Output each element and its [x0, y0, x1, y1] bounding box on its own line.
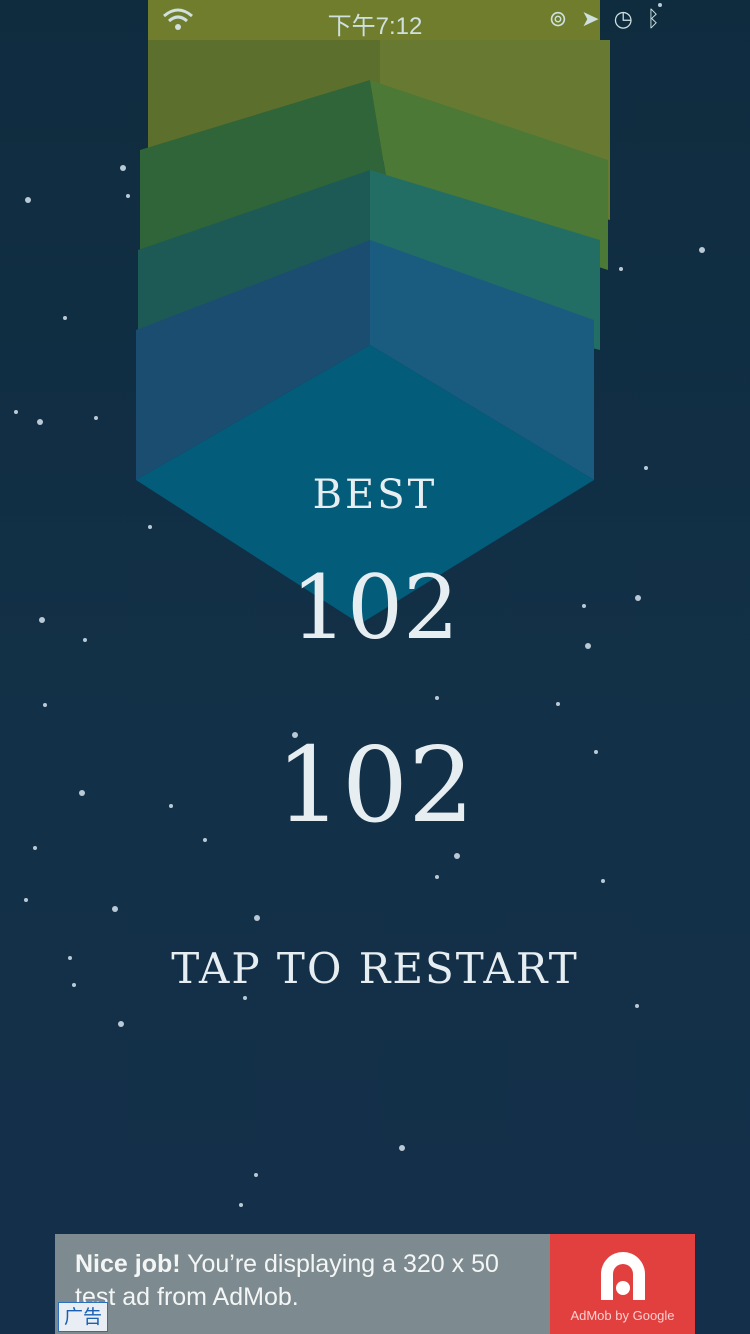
star — [24, 898, 28, 902]
star — [254, 1173, 258, 1177]
star — [120, 165, 126, 171]
star — [126, 194, 130, 198]
star — [556, 702, 560, 706]
orientation-lock-icon: ⊚ — [548, 6, 568, 31]
star — [148, 525, 152, 529]
ad-text: Nice job! You’re displaying a 320 x 50 t… — [75, 1248, 545, 1314]
star — [94, 416, 98, 420]
best-label: BEST — [312, 472, 438, 518]
star — [239, 1203, 243, 1207]
status-bar: 下午7:12 ⊚ ➤ ◷ ᛒ — [0, 0, 750, 40]
star — [699, 247, 705, 253]
star — [33, 846, 37, 850]
star — [399, 1145, 405, 1151]
star — [43, 703, 47, 707]
admob-icon — [601, 1252, 645, 1300]
bluetooth-icon: ᛒ — [646, 6, 660, 31]
star — [619, 267, 623, 271]
block-stack — [136, 0, 610, 624]
star — [435, 875, 439, 879]
star — [63, 316, 67, 320]
star — [14, 410, 18, 414]
star — [254, 915, 260, 921]
star — [118, 1021, 124, 1027]
game-scene[interactable] — [0, 0, 750, 1334]
ad-tag: 广告 — [58, 1302, 108, 1332]
alarm-icon: ◷ — [613, 6, 633, 31]
ad-logo: AdMob by Google — [550, 1234, 695, 1334]
star — [644, 466, 648, 470]
current-score: 102 — [275, 724, 475, 846]
star — [112, 906, 118, 912]
ad-brand-caption: AdMob by Google — [570, 1308, 675, 1323]
star — [243, 996, 247, 1000]
star — [435, 696, 439, 700]
location-icon: ➤ — [581, 6, 600, 31]
star — [601, 879, 605, 883]
star — [635, 1004, 639, 1008]
ad-headline: Nice job! — [75, 1250, 181, 1278]
best-score: 102 — [291, 556, 459, 659]
status-icons: ⊚ ➤ ◷ ᛒ — [549, 6, 660, 32]
ad-banner[interactable]: Nice job! You’re displaying a 320 x 50 t… — [55, 1234, 695, 1334]
star — [25, 197, 31, 203]
star — [454, 853, 460, 859]
star — [37, 419, 43, 425]
tap-to-restart-button[interactable]: TAP TO RESTART — [0, 944, 750, 993]
